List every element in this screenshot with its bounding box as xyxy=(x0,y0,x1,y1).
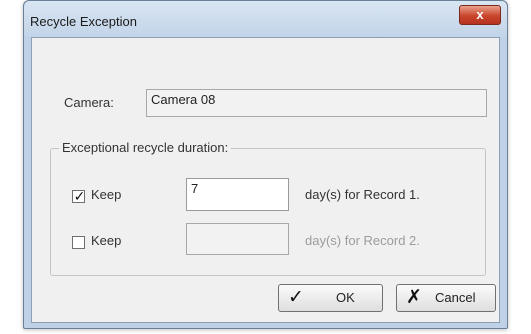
keep-record-1-checkbox[interactable]: ✓ xyxy=(72,188,86,204)
dialog-content: Camera: Camera 08 Exceptional recycle du… xyxy=(31,37,500,323)
record-1-days-suffix: day(s) for Record 1. xyxy=(305,187,420,202)
recycle-exception-dialog: Recycle Exception x Camera: Camera 08 Ex… xyxy=(23,0,508,329)
close-button[interactable]: x xyxy=(459,5,501,25)
dialog-title: Recycle Exception xyxy=(30,14,137,29)
checkbox-check-icon: ✓ xyxy=(73,188,86,204)
record-1-days-input[interactable]: 7 xyxy=(186,178,289,211)
title-bar[interactable]: Recycle Exception x xyxy=(24,1,507,37)
group-title: Exceptional recycle duration: xyxy=(59,140,232,155)
cancel-button[interactable]: ✗ Cancel xyxy=(396,284,496,312)
record-2-days-suffix: day(s) for Record 2. xyxy=(305,233,420,248)
camera-field: Camera 08 xyxy=(146,89,487,117)
ok-label: OK xyxy=(336,290,355,305)
record-2-days-input[interactable] xyxy=(186,223,289,255)
camera-label: Camera: xyxy=(64,95,114,110)
cross-icon: ✗ xyxy=(406,287,422,308)
close-icon: x xyxy=(476,7,484,22)
ok-button[interactable]: ✓ OK xyxy=(278,284,383,312)
cancel-label: Cancel xyxy=(435,290,476,305)
checkmark-icon: ✓ xyxy=(288,287,304,308)
keep-record-2-label: Keep xyxy=(91,233,122,248)
keep-record-1-label: Keep xyxy=(91,187,122,202)
recycle-duration-group: Exceptional recycle duration: ✓ Keep 7 d… xyxy=(50,140,486,276)
keep-record-2-checkbox[interactable] xyxy=(72,236,85,249)
